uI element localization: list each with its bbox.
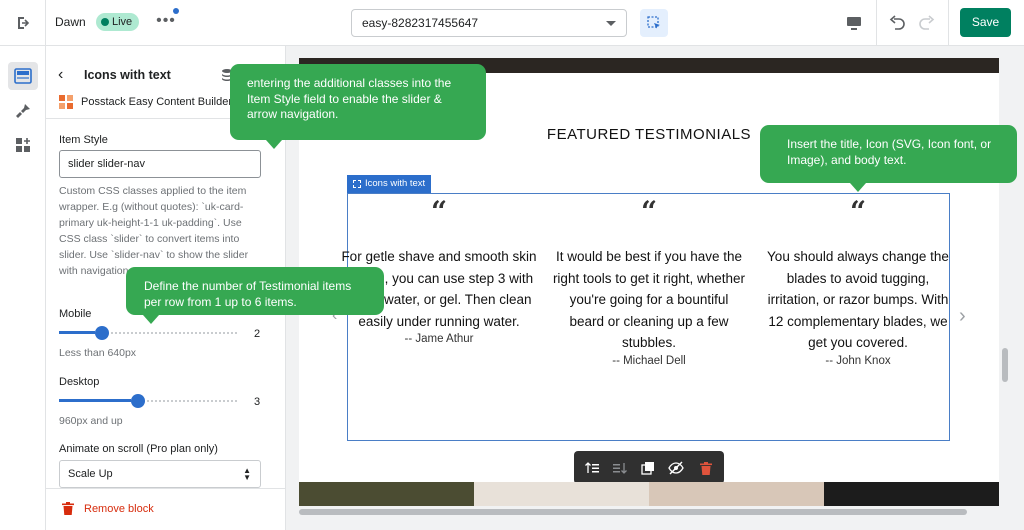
save-button[interactable]: Save <box>960 8 1011 37</box>
slider-thumb[interactable] <box>131 394 145 408</box>
eye-slash-icon <box>668 461 684 475</box>
testimonial-text: It would be best if you have the right t… <box>552 249 746 350</box>
remove-block-label: Remove block <box>84 503 154 515</box>
exit-icon <box>17 17 29 29</box>
undo-button[interactable] <box>884 11 910 35</box>
desktop-label: Desktop <box>59 376 100 388</box>
quote-icon: “ <box>640 195 658 228</box>
testimonial-author: -- Michael Dell <box>612 354 686 367</box>
device-preview-button[interactable] <box>841 11 867 35</box>
mobile-items-slider[interactable] <box>59 326 239 340</box>
desktop-icon <box>847 16 861 30</box>
testimonial-item: “ You should always change the blades to… <box>760 198 956 367</box>
theme-settings-icon <box>16 104 30 118</box>
item-style-input[interactable]: slider slider-nav <box>59 150 261 178</box>
animate-on-scroll-select[interactable]: Scale Up ▲ ▼ <box>59 460 261 488</box>
app-blocks-button[interactable] <box>8 131 38 159</box>
duplicate-icon <box>641 462 654 475</box>
mobile-value: 2 <box>254 328 261 340</box>
slider-fill <box>59 399 131 402</box>
top-bar: Dawn Live ••• easy-8282317455647 Save <box>0 0 1024 46</box>
left-rail <box>0 46 46 530</box>
vertical-scrollbar[interactable] <box>1002 348 1008 382</box>
theme-name: Dawn <box>55 15 86 29</box>
template-select[interactable]: easy-8282317455647 <box>351 9 627 37</box>
annotation-callout-item-style: entering the additional classes into the… <box>230 64 486 149</box>
live-dot-icon <box>101 18 109 26</box>
sections-button[interactable] <box>8 62 38 90</box>
selection-icon <box>353 180 361 188</box>
block-tag[interactable]: Icons with text <box>347 175 432 193</box>
block-toolbar <box>574 451 724 484</box>
annotation-callout-items-per-row: Define the number of Testimonial items p… <box>126 267 384 324</box>
live-badge: Live <box>96 13 140 31</box>
panel-title: Icons with text <box>84 68 171 82</box>
desktop-help-text: 960px and up <box>59 415 123 427</box>
divider <box>46 488 285 489</box>
move-up-button[interactable] <box>583 459 601 477</box>
item-style-label: Item Style <box>59 134 108 146</box>
move-up-icon <box>585 462 599 473</box>
slider-next-arrow-icon[interactable]: › <box>959 305 966 328</box>
theme-settings-button[interactable] <box>8 97 38 125</box>
quote-icon: “ <box>849 195 867 228</box>
inspector-icon <box>647 16 660 29</box>
select-arrows-icon: ▲ ▼ <box>243 466 251 482</box>
trash-icon <box>700 461 712 475</box>
delete-block-button[interactable] <box>697 459 715 477</box>
slider-fill <box>59 331 95 334</box>
testimonial-item: “ It would be best if you have the right… <box>551 198 747 367</box>
testimonial-text: You should always change the blades to a… <box>767 249 949 350</box>
testimonial-author: -- Jame Athur <box>404 333 474 345</box>
app-name: Posstack Easy Content Builder <box>81 96 233 108</box>
app-blocks-icon <box>16 138 30 152</box>
duplicate-button[interactable] <box>639 459 657 477</box>
sections-icon <box>14 68 32 84</box>
exit-button[interactable] <box>0 0 46 46</box>
move-down-button[interactable] <box>611 459 629 477</box>
app-logo-icon <box>59 95 73 109</box>
desktop-items-slider[interactable] <box>59 394 239 408</box>
redo-button[interactable] <box>914 11 940 35</box>
quote-icon: “ <box>430 195 448 228</box>
animate-on-scroll-label: Animate on scroll (Pro plan only) <box>59 443 218 455</box>
more-actions-button[interactable]: ••• <box>152 12 180 34</box>
caret-down-icon <box>606 21 616 26</box>
mobile-label: Mobile <box>59 308 92 320</box>
slider-thumb[interactable] <box>95 326 109 340</box>
inspector-button[interactable] <box>640 9 668 37</box>
trash-icon <box>62 502 74 515</box>
horizontal-scrollbar[interactable] <box>299 509 967 515</box>
back-button[interactable]: ‹ <box>58 66 74 84</box>
testimonial-author: -- John Knox <box>825 354 891 367</box>
notification-dot-icon <box>173 8 179 14</box>
move-down-icon <box>613 463 627 474</box>
toolbar-divider <box>876 0 877 46</box>
redo-icon <box>919 15 935 30</box>
desktop-value: 3 <box>254 396 261 408</box>
mobile-help-text: Less than 640px <box>59 347 137 359</box>
bottom-image-strip <box>299 482 999 506</box>
undo-icon <box>889 15 905 30</box>
item-style-help-text: Custom CSS classes applied to the item w… <box>59 185 249 277</box>
toolbar-divider <box>948 0 949 46</box>
hide-button[interactable] <box>667 459 685 477</box>
annotation-callout-content: Insert the title, Icon (SVG, Icon font, … <box>760 125 1017 192</box>
